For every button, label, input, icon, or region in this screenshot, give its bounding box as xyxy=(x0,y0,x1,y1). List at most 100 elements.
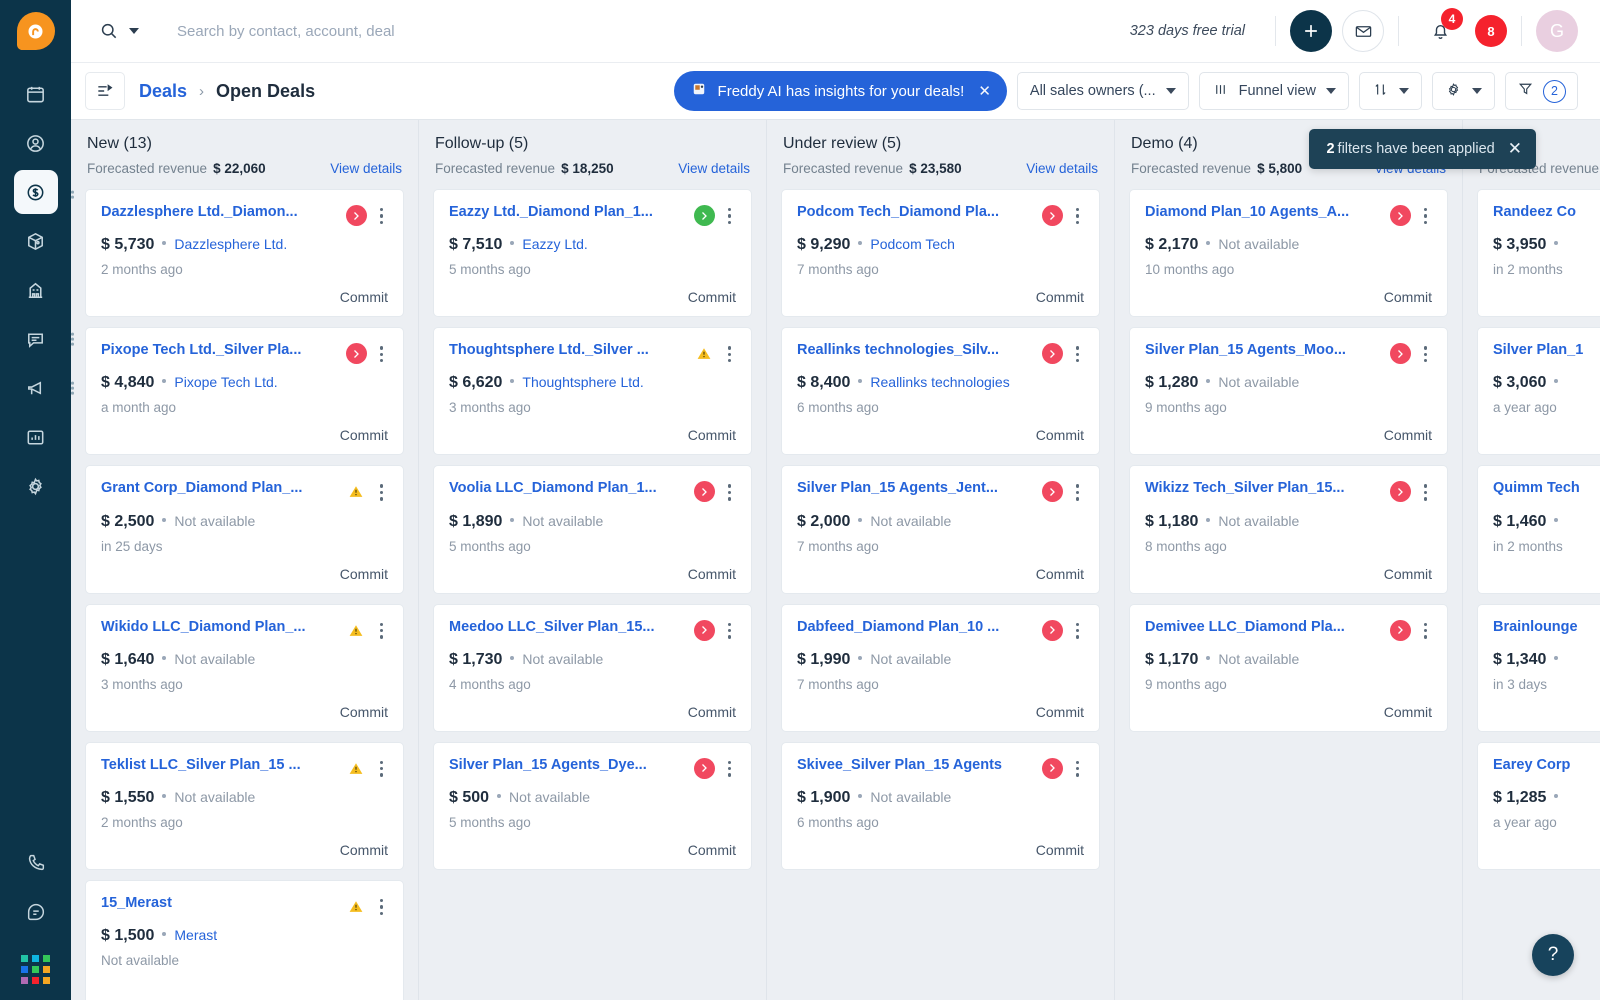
deal-commit-label[interactable]: Commit xyxy=(101,704,388,720)
deal-stage-arrow-icon[interactable] xyxy=(1042,481,1063,502)
deal-commit-label[interactable]: Commit xyxy=(797,289,1084,305)
freshworks-logo-icon[interactable] xyxy=(17,12,55,50)
deal-more-options-icon[interactable] xyxy=(1419,620,1432,642)
deal-card[interactable]: Grant Corp_Diamond Plan_...$ 2,500Not av… xyxy=(85,465,404,593)
deal-title[interactable]: Randeez Co xyxy=(1493,204,1600,220)
chat-bubble-icon[interactable] xyxy=(14,890,58,934)
breadcrumb-root[interactable]: Deals xyxy=(139,81,187,102)
deal-commit-label[interactable]: Commit xyxy=(797,704,1084,720)
deal-commit-label[interactable]: Commit xyxy=(101,566,388,582)
deal-more-options-icon[interactable] xyxy=(723,620,736,642)
deal-account[interactable]: Podcom Tech xyxy=(870,236,955,252)
deal-stage-arrow-icon[interactable] xyxy=(694,481,715,502)
deal-more-options-icon[interactable] xyxy=(375,896,388,918)
phone-icon[interactable] xyxy=(14,841,58,885)
sidebar-item-contacts[interactable] xyxy=(14,121,58,165)
help-button[interactable]: ? xyxy=(1532,934,1574,976)
deal-title[interactable]: Earey Corp xyxy=(1493,757,1600,773)
deal-title[interactable]: Podcom Tech_Diamond Pla... xyxy=(797,204,1034,220)
view-selector[interactable]: Funnel view xyxy=(1199,72,1349,110)
global-search[interactable] xyxy=(99,21,1130,41)
deal-stage-arrow-icon[interactable] xyxy=(694,758,715,779)
deal-warning-icon[interactable] xyxy=(346,758,367,779)
sidebar-item-campaigns[interactable] xyxy=(14,366,58,410)
deal-title[interactable]: Meedoo LLC_Silver Plan_15... xyxy=(449,619,686,635)
deal-card[interactable]: Eazzy Ltd._Diamond Plan_1...$ 7,510Eazzy… xyxy=(433,189,752,317)
deal-card[interactable]: Voolia LLC_Diamond Plan_1...$ 1,890Not a… xyxy=(433,465,752,593)
deal-title[interactable]: Voolia LLC_Diamond Plan_1... xyxy=(449,480,686,496)
deal-card[interactable]: Earey Corp$ 1,285a year ago xyxy=(1477,742,1600,870)
freddy-ai-banner[interactable]: Freddy AI has insights for your deals! ✕ xyxy=(674,71,1007,111)
deal-commit-label[interactable]: Commit xyxy=(101,427,388,443)
view-details-link[interactable]: View details xyxy=(678,161,750,176)
filter-button[interactable]: 2 xyxy=(1505,72,1578,110)
deal-card[interactable]: Reallinks technologies_Silv...$ 8,400Rea… xyxy=(781,327,1100,455)
deal-commit-label[interactable]: Commit xyxy=(797,427,1084,443)
deal-commit-label[interactable]: Commit xyxy=(1145,427,1432,443)
deal-stage-arrow-icon[interactable] xyxy=(1042,205,1063,226)
deal-account[interactable]: Merast xyxy=(174,927,217,943)
deal-title[interactable]: 15_Merast xyxy=(101,895,338,911)
deal-more-options-icon[interactable] xyxy=(1419,343,1432,365)
deal-warning-icon[interactable] xyxy=(346,620,367,641)
deal-commit-label[interactable]: Commit xyxy=(1145,704,1432,720)
deal-stage-arrow-icon[interactable] xyxy=(346,343,367,364)
view-details-link[interactable]: View details xyxy=(330,161,402,176)
deal-card[interactable]: Silver Plan_15 Agents_Jent...$ 2,000Not … xyxy=(781,465,1100,593)
deal-commit-label[interactable]: Commit xyxy=(1145,566,1432,582)
deal-commit-label[interactable]: Commit xyxy=(101,289,388,305)
deal-more-options-icon[interactable] xyxy=(375,620,388,642)
deal-title[interactable]: Silver Plan_15 Agents_Dye... xyxy=(449,757,686,773)
deal-account[interactable]: Dazzlesphere Ltd. xyxy=(174,236,287,252)
sidebar-item-calendar[interactable] xyxy=(14,72,58,116)
deal-more-options-icon[interactable] xyxy=(723,758,736,780)
board-settings-button[interactable] xyxy=(1432,72,1495,110)
deal-more-options-icon[interactable] xyxy=(375,481,388,503)
deal-more-options-icon[interactable] xyxy=(375,758,388,780)
search-scope-chevron-down-icon[interactable] xyxy=(129,28,139,34)
sidebar-item-accounts[interactable] xyxy=(14,268,58,312)
deal-title[interactable]: Eazzy Ltd._Diamond Plan_1... xyxy=(449,204,686,220)
sidebar-item-settings[interactable] xyxy=(14,464,58,508)
view-details-link[interactable]: View details xyxy=(1026,161,1098,176)
deal-title[interactable]: Wikido LLC_Diamond Plan_... xyxy=(101,619,338,635)
deal-stage-arrow-icon[interactable] xyxy=(1042,343,1063,364)
deal-stage-arrow-icon[interactable] xyxy=(694,620,715,641)
deal-card[interactable]: Dabfeed_Diamond Plan_10 ...$ 1,990Not av… xyxy=(781,604,1100,732)
deal-more-options-icon[interactable] xyxy=(1419,205,1432,227)
sidebar-item-conversations[interactable] xyxy=(14,317,58,361)
alerts-button[interactable]: 8 xyxy=(1475,15,1507,47)
deal-commit-label[interactable]: Commit xyxy=(797,566,1084,582)
sidebar-item-products[interactable] xyxy=(14,219,58,263)
deal-more-options-icon[interactable] xyxy=(1071,343,1084,365)
deal-title[interactable]: Grant Corp_Diamond Plan_... xyxy=(101,480,338,496)
deal-stage-arrow-icon[interactable] xyxy=(1042,758,1063,779)
deal-title[interactable]: Silver Plan_15 Agents_Moo... xyxy=(1145,342,1382,358)
close-icon[interactable]: ✕ xyxy=(978,82,991,100)
deal-more-options-icon[interactable] xyxy=(1071,205,1084,227)
deal-card[interactable]: 15_Merast$ 1,500MerastNot available xyxy=(85,880,404,1000)
deal-title[interactable]: Silver Plan_15 Agents_Jent... xyxy=(797,480,1034,496)
deal-card[interactable]: Silver Plan_15 Agents_Dye...$ 500Not ava… xyxy=(433,742,752,870)
deal-title[interactable]: Brainlounge xyxy=(1493,619,1600,635)
deal-stage-arrow-icon[interactable] xyxy=(1390,481,1411,502)
sidebar-item-deals[interactable] xyxy=(14,170,58,214)
deal-title[interactable]: Skivee_Silver Plan_15 Agents xyxy=(797,757,1034,773)
deal-commit-label[interactable]: Commit xyxy=(797,842,1084,858)
deal-title[interactable]: Dabfeed_Diamond Plan_10 ... xyxy=(797,619,1034,635)
deal-more-options-icon[interactable] xyxy=(723,343,736,365)
deal-card[interactable]: Silver Plan_1$ 3,060a year ago xyxy=(1477,327,1600,455)
deal-card[interactable]: Randeez Co$ 3,950in 2 months xyxy=(1477,189,1600,317)
deal-title[interactable]: Reallinks technologies_Silv... xyxy=(797,342,1034,358)
deal-card[interactable]: Podcom Tech_Diamond Pla...$ 9,290Podcom … xyxy=(781,189,1100,317)
deal-more-options-icon[interactable] xyxy=(375,343,388,365)
deal-account[interactable]: Reallinks technologies xyxy=(870,374,1009,390)
deal-stage-arrow-icon[interactable] xyxy=(1390,205,1411,226)
deal-title[interactable]: Dazzlesphere Ltd._Diamon... xyxy=(101,204,338,220)
deal-more-options-icon[interactable] xyxy=(1071,758,1084,780)
deal-card[interactable]: Pixope Tech Ltd._Silver Pla...$ 4,840Pix… xyxy=(85,327,404,455)
deal-card[interactable]: Skivee_Silver Plan_15 Agents$ 1,900Not a… xyxy=(781,742,1100,870)
deal-commit-label[interactable]: Commit xyxy=(1145,289,1432,305)
notifications-button[interactable]: 4 xyxy=(1419,10,1461,52)
deal-commit-label[interactable]: Commit xyxy=(449,566,736,582)
